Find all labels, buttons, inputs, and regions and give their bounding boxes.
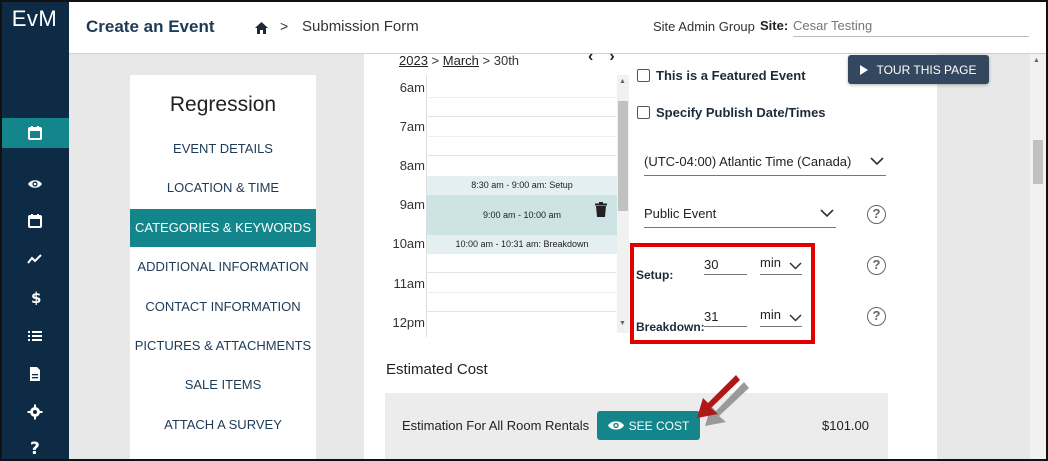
- page-scrollbar[interactable]: [1030, 54, 1046, 461]
- play-icon: [860, 64, 869, 75]
- top-header: Create an Event > Submission Form Site A…: [69, 0, 1046, 54]
- eye-icon: [607, 421, 624, 430]
- trend-icon[interactable]: [0, 244, 69, 274]
- site-input[interactable]: [793, 15, 1029, 37]
- chevron-down-icon: [870, 154, 884, 169]
- page-title: Create an Event: [86, 17, 215, 36]
- section-nav: Regression EVENT DETAILS LOCATION & TIME…: [130, 75, 316, 461]
- scroll-up-icon[interactable]: ▲: [619, 78, 626, 85]
- tour-page-button[interactable]: TOUR THIS PAGE: [848, 55, 989, 84]
- nav-title: Regression: [169, 93, 277, 116]
- highlight-annotation-box: [630, 243, 815, 344]
- list-icon[interactable]: [0, 321, 69, 351]
- eye-icon[interactable]: [0, 169, 69, 199]
- publish-dates-checkbox[interactable]: [637, 106, 650, 119]
- chevron-down-icon: [820, 206, 834, 221]
- time-label: 7am: [399, 119, 425, 134]
- help-circle-icon[interactable]: ?: [867, 256, 886, 275]
- document-icon[interactable]: [0, 359, 69, 389]
- time-label: 8am: [399, 158, 425, 173]
- calendar-icon[interactable]: [0, 206, 69, 236]
- calendar-month-link[interactable]: March: [443, 53, 479, 68]
- calendar-next-icon[interactable]: ›: [609, 48, 630, 65]
- calendar-day: 30th: [493, 53, 520, 68]
- scroll-up-icon[interactable]: ▲: [1033, 57, 1040, 64]
- help-icon[interactable]: ?: [0, 432, 69, 461]
- calendar-year-link[interactable]: 2023: [399, 53, 428, 68]
- time-label: 11am: [393, 276, 425, 291]
- svg-text:?: ?: [30, 439, 40, 455]
- annotation-arrow-icon: [697, 375, 749, 426]
- nav-item-location-time[interactable]: LOCATION & TIME: [130, 169, 316, 207]
- calendar-active-icon[interactable]: [0, 118, 69, 148]
- timezone-select[interactable]: (UTC-04:00) Atlantic Time (Canada): [644, 150, 886, 176]
- see-cost-button[interactable]: SEE COST: [597, 411, 700, 440]
- calendar-scroll-thumb[interactable]: [618, 101, 628, 211]
- slot-line: [426, 272, 616, 273]
- site-group-label[interactable]: Site Admin Group: [653, 19, 755, 34]
- cost-amount: $101.00: [822, 418, 869, 433]
- time-label: 9am: [399, 197, 425, 212]
- nav-item-pictures-attachments[interactable]: PICTURES & ATTACHMENTS: [130, 327, 316, 365]
- slot-line: [426, 155, 616, 156]
- home-icon[interactable]: [255, 21, 268, 39]
- trash-icon[interactable]: [595, 202, 607, 222]
- slot-line: [426, 292, 616, 293]
- cost-row-label: Estimation For All Room Rentals: [402, 418, 590, 433]
- calendar-breadcrumb: 2023 > March > 30th: [399, 53, 520, 68]
- app-logo: EvM: [11, 6, 58, 31]
- nav-item-contact-information[interactable]: CONTACT INFORMATION: [130, 288, 316, 326]
- nav-item-categories-keywords[interactable]: CATEGORIES & KEYWORDS: [130, 209, 316, 247]
- publish-dates-label: Specify Publish Date/Times: [656, 105, 826, 120]
- slot-line: [426, 116, 616, 117]
- time-label: 12pm: [392, 315, 425, 330]
- nav-item-additional-information[interactable]: ADDITIONAL INFORMATION: [130, 248, 316, 286]
- slot-line: [426, 136, 616, 137]
- featured-event-label: This is a Featured Event: [656, 68, 806, 83]
- day-calendar: 6am 7am 8am 9am 10am 11am 12pm 8:30 am -…: [385, 75, 630, 337]
- nav-item-attach-survey[interactable]: ATTACH A SURVEY: [130, 406, 316, 444]
- help-circle-icon[interactable]: ?: [867, 307, 886, 326]
- help-circle-icon[interactable]: ?: [867, 205, 886, 224]
- calendar-event-breakdown[interactable]: 10:00 am - 10:31 am: Breakdown: [427, 235, 617, 254]
- breadcrumb-separator: >: [280, 18, 289, 34]
- svg-text:$: $: [31, 289, 41, 305]
- featured-event-checkbox[interactable]: [637, 69, 650, 82]
- sidebar: EvM $ ?: [0, 0, 69, 461]
- time-label: 6am: [399, 80, 425, 95]
- scroll-down-icon[interactable]: ▼: [619, 320, 626, 327]
- slot-line: [426, 97, 616, 98]
- calendar-prev-icon[interactable]: ‹: [588, 48, 609, 65]
- publish-dates-row[interactable]: Specify Publish Date/Times: [637, 105, 826, 120]
- calendar-event-setup[interactable]: 8:30 am - 9:00 am: Setup: [427, 176, 617, 195]
- breadcrumb-current: Submission Form: [302, 18, 419, 35]
- nav-item-event-details[interactable]: EVENT DETAILS: [130, 130, 316, 168]
- calendar-nav: ‹›: [588, 48, 631, 66]
- slot-line: [426, 311, 616, 312]
- time-label: 10am: [392, 236, 425, 251]
- visibility-select[interactable]: Public Event: [644, 202, 836, 228]
- estimated-cost-title: Estimated Cost: [386, 361, 488, 378]
- site-label: Site:: [760, 18, 789, 33]
- featured-event-row[interactable]: This is a Featured Event: [637, 68, 806, 83]
- gear-icon[interactable]: [0, 397, 69, 427]
- nav-item-sale-items[interactable]: SALE ITEMS: [130, 366, 316, 404]
- calendar-event-main[interactable]: 9:00 am - 10:00 am: [427, 195, 617, 235]
- dollar-icon[interactable]: $: [0, 282, 69, 312]
- page-scroll-thumb[interactable]: [1033, 140, 1043, 184]
